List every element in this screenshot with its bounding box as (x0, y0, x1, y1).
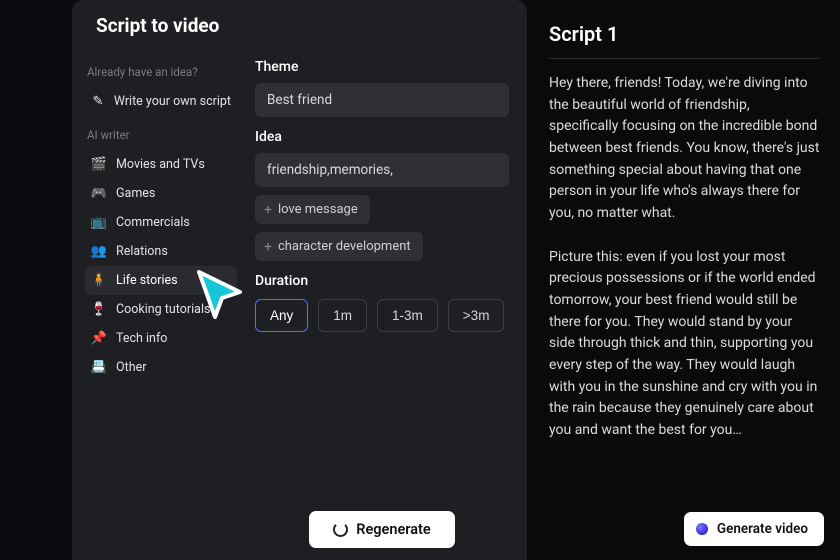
script-panel: Script 1 Hey there, friends! Today, we'r… (527, 0, 840, 560)
panel-body: Already have an idea? ✎ Write your own s… (72, 51, 527, 560)
idea-group: Idea friendship,memories, + love message… (255, 129, 509, 261)
sidebar-item-label: Cooking tutorials (116, 302, 210, 317)
ai-orb-icon (696, 523, 708, 535)
duration-options: Any 1m 1-3m >3m (255, 299, 509, 332)
sidebar-item-other[interactable]: 📇 Other (85, 353, 237, 382)
sidebar-item-relations[interactable]: 👥 Relations (85, 237, 237, 266)
plus-icon: + (264, 203, 272, 217)
sidebar-section-own-idea: Already have an idea? (87, 65, 237, 79)
regenerate-bar: Regenerate (237, 511, 527, 548)
idea-suggestion-character[interactable]: + character development (255, 232, 423, 261)
person-icon: 🧍 (91, 273, 107, 289)
duration-1-3m[interactable]: 1-3m (377, 299, 438, 332)
pencil-icon: ✎ (91, 94, 105, 110)
idea-suggestions: + love message + character development (255, 195, 509, 261)
sidebar-section-ai-writer: AI writer (87, 128, 237, 142)
page-title: Script to video (72, 14, 527, 51)
editor: Theme Best friend Idea friendship,memori… (237, 51, 527, 560)
duration-1m[interactable]: 1m (318, 299, 367, 332)
reload-icon (333, 522, 348, 537)
generate-video-button[interactable]: Generate video (684, 512, 824, 546)
idea-label: Idea (255, 129, 509, 145)
plus-icon: + (264, 240, 272, 254)
theme-input[interactable]: Best friend (255, 83, 509, 117)
people-icon: 👥 (91, 244, 107, 260)
gamepad-icon: 🎮 (91, 186, 107, 202)
sidebar-item-label: Relations (116, 244, 168, 259)
sidebar-item-label: Write your own script (114, 94, 231, 109)
card-icon: 📇 (91, 360, 107, 376)
pin-icon: 📌 (91, 331, 107, 347)
clapper-icon: 🎬 (91, 157, 107, 173)
idea-input[interactable]: friendship,memories, (255, 153, 509, 187)
duration-label: Duration (255, 273, 509, 289)
left-panel: Script to video Already have an idea? ✎ … (72, 0, 527, 560)
sidebar-item-games[interactable]: 🎮 Games (85, 179, 237, 208)
theme-group: Theme Best friend (255, 59, 509, 117)
sidebar-item-label: Other (116, 360, 146, 375)
sidebar-item-label: Movies and TVs (116, 157, 205, 172)
duration-3m[interactable]: >3m (448, 299, 505, 332)
sidebar-item-label: Games (116, 186, 155, 201)
regenerate-label: Regenerate (356, 521, 430, 538)
regenerate-button[interactable]: Regenerate (309, 511, 454, 548)
idea-suggestion-love[interactable]: + love message (255, 195, 370, 224)
sidebar-item-write-script[interactable]: ✎ Write your own script (85, 87, 237, 116)
tag-label: love message (278, 202, 358, 217)
generate-video-label: Generate video (717, 521, 808, 537)
script-body: Hey there, friends! Today, we're diving … (549, 73, 820, 544)
theme-label: Theme (255, 59, 509, 75)
sidebar-item-tech[interactable]: 📌 Tech info (85, 324, 237, 353)
script-title: Script 1 (549, 22, 820, 58)
tag-label: character development (278, 239, 411, 254)
duration-group: Duration Any 1m 1-3m >3m (255, 273, 509, 332)
app: Script to video Already have an idea? ✎ … (72, 0, 840, 560)
sidebar-item-label: Tech info (116, 331, 167, 346)
tv-icon: 📺 (91, 215, 107, 231)
sidebar-item-label: Life stories (116, 273, 178, 288)
duration-any[interactable]: Any (255, 299, 308, 332)
divider (549, 58, 820, 59)
sidebar-item-life-stories[interactable]: 🧍 Life stories (85, 266, 237, 295)
wine-icon: 🍷 (91, 302, 107, 318)
sidebar-item-cooking[interactable]: 🍷 Cooking tutorials (85, 295, 237, 324)
sidebar-item-movies[interactable]: 🎬 Movies and TVs (85, 150, 237, 179)
sidebar-item-label: Commercials (116, 215, 190, 230)
sidebar: Already have an idea? ✎ Write your own s… (72, 51, 237, 560)
sidebar-item-commercials[interactable]: 📺 Commercials (85, 208, 237, 237)
